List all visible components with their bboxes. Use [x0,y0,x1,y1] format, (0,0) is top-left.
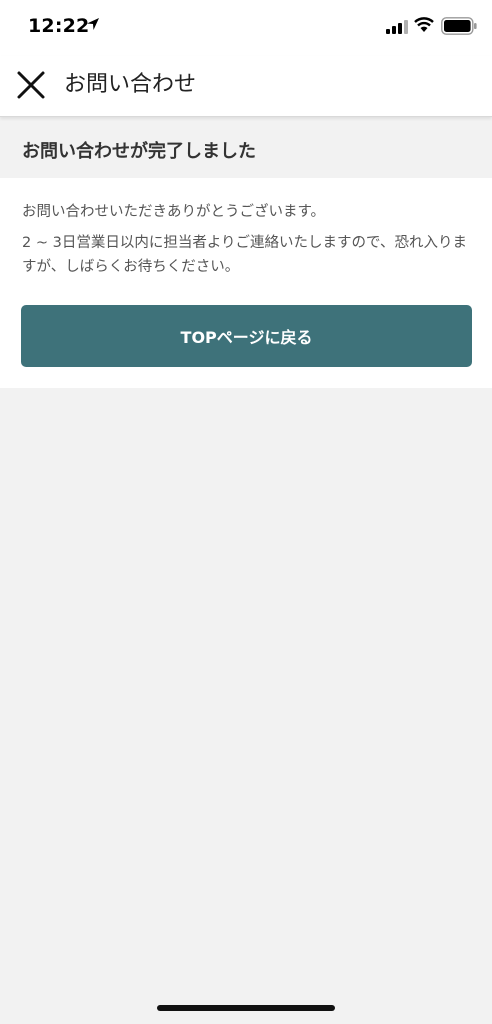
navigation-bar: お問い合わせ [0,56,492,117]
wifi-icon [414,17,434,32]
contact-notice: 2 ~ 3日営業日以内に担当者よりご連絡いたしますので、恐れ入りますが、しばらく… [22,235,467,275]
battery-icon [441,17,477,35]
signal-icon [386,20,408,34]
back-to-top-button[interactable]: TOPページに戻る [21,305,472,367]
thanks-message: お問い合わせいただきありがとうございます。 [22,204,326,220]
home-indicator[interactable] [157,1005,335,1011]
message-card: お問い合わせいただきありがとうございます。 2 ~ 3日営業日以内に担当者よりご… [0,178,492,388]
close-icon[interactable] [14,68,48,102]
completion-title: お問い合わせが完了しました [22,141,256,162]
page-title: お問い合わせ [64,72,197,97]
completion-header: お問い合わせが完了しました [0,126,492,178]
location-arrow-icon [87,18,99,30]
status-bar: 12:22 [0,0,492,56]
status-time: 12:22 [28,15,90,37]
